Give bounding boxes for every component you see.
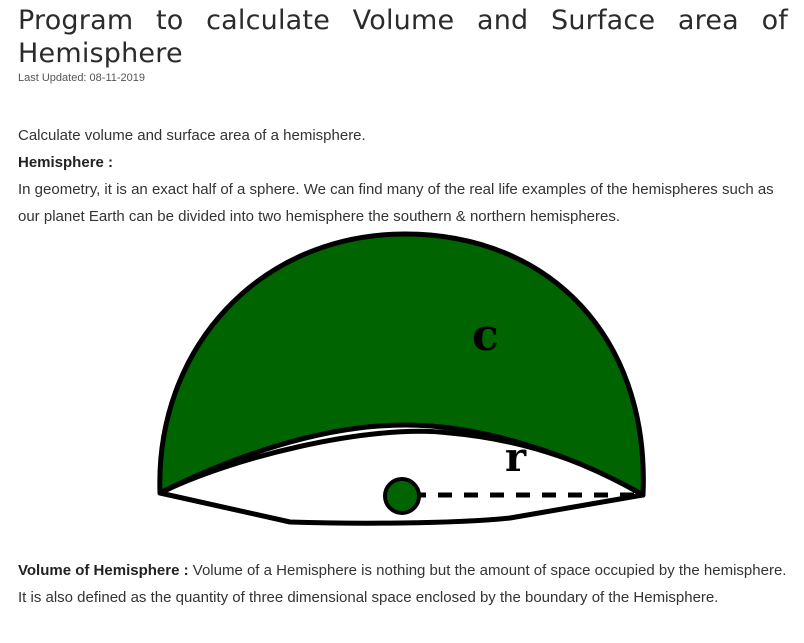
label-c: c [472,310,499,361]
hemisphere-description: In geometry, it is an exact half of a sp… [18,181,774,225]
last-updated: Last Updated: 08-11-2019 [18,72,145,84]
page-title: Program to calculate Volume and Surface … [18,5,788,69]
intro-text: Calculate volume and surface area of a h… [18,127,366,144]
hemisphere-label: Hemisphere : [18,154,114,171]
volume-label: Volume of Hemisphere : [18,562,189,579]
volume-paragraph: Volume of Hemisphere : Volume of a Hemis… [18,557,788,611]
article: Program to calculate Volume and Surface … [18,0,788,230]
center-point [383,477,421,515]
label-r: r [505,434,527,481]
hemisphere-diagram: c r [157,231,646,526]
hemisphere-heading: Hemisphere : [18,149,788,176]
